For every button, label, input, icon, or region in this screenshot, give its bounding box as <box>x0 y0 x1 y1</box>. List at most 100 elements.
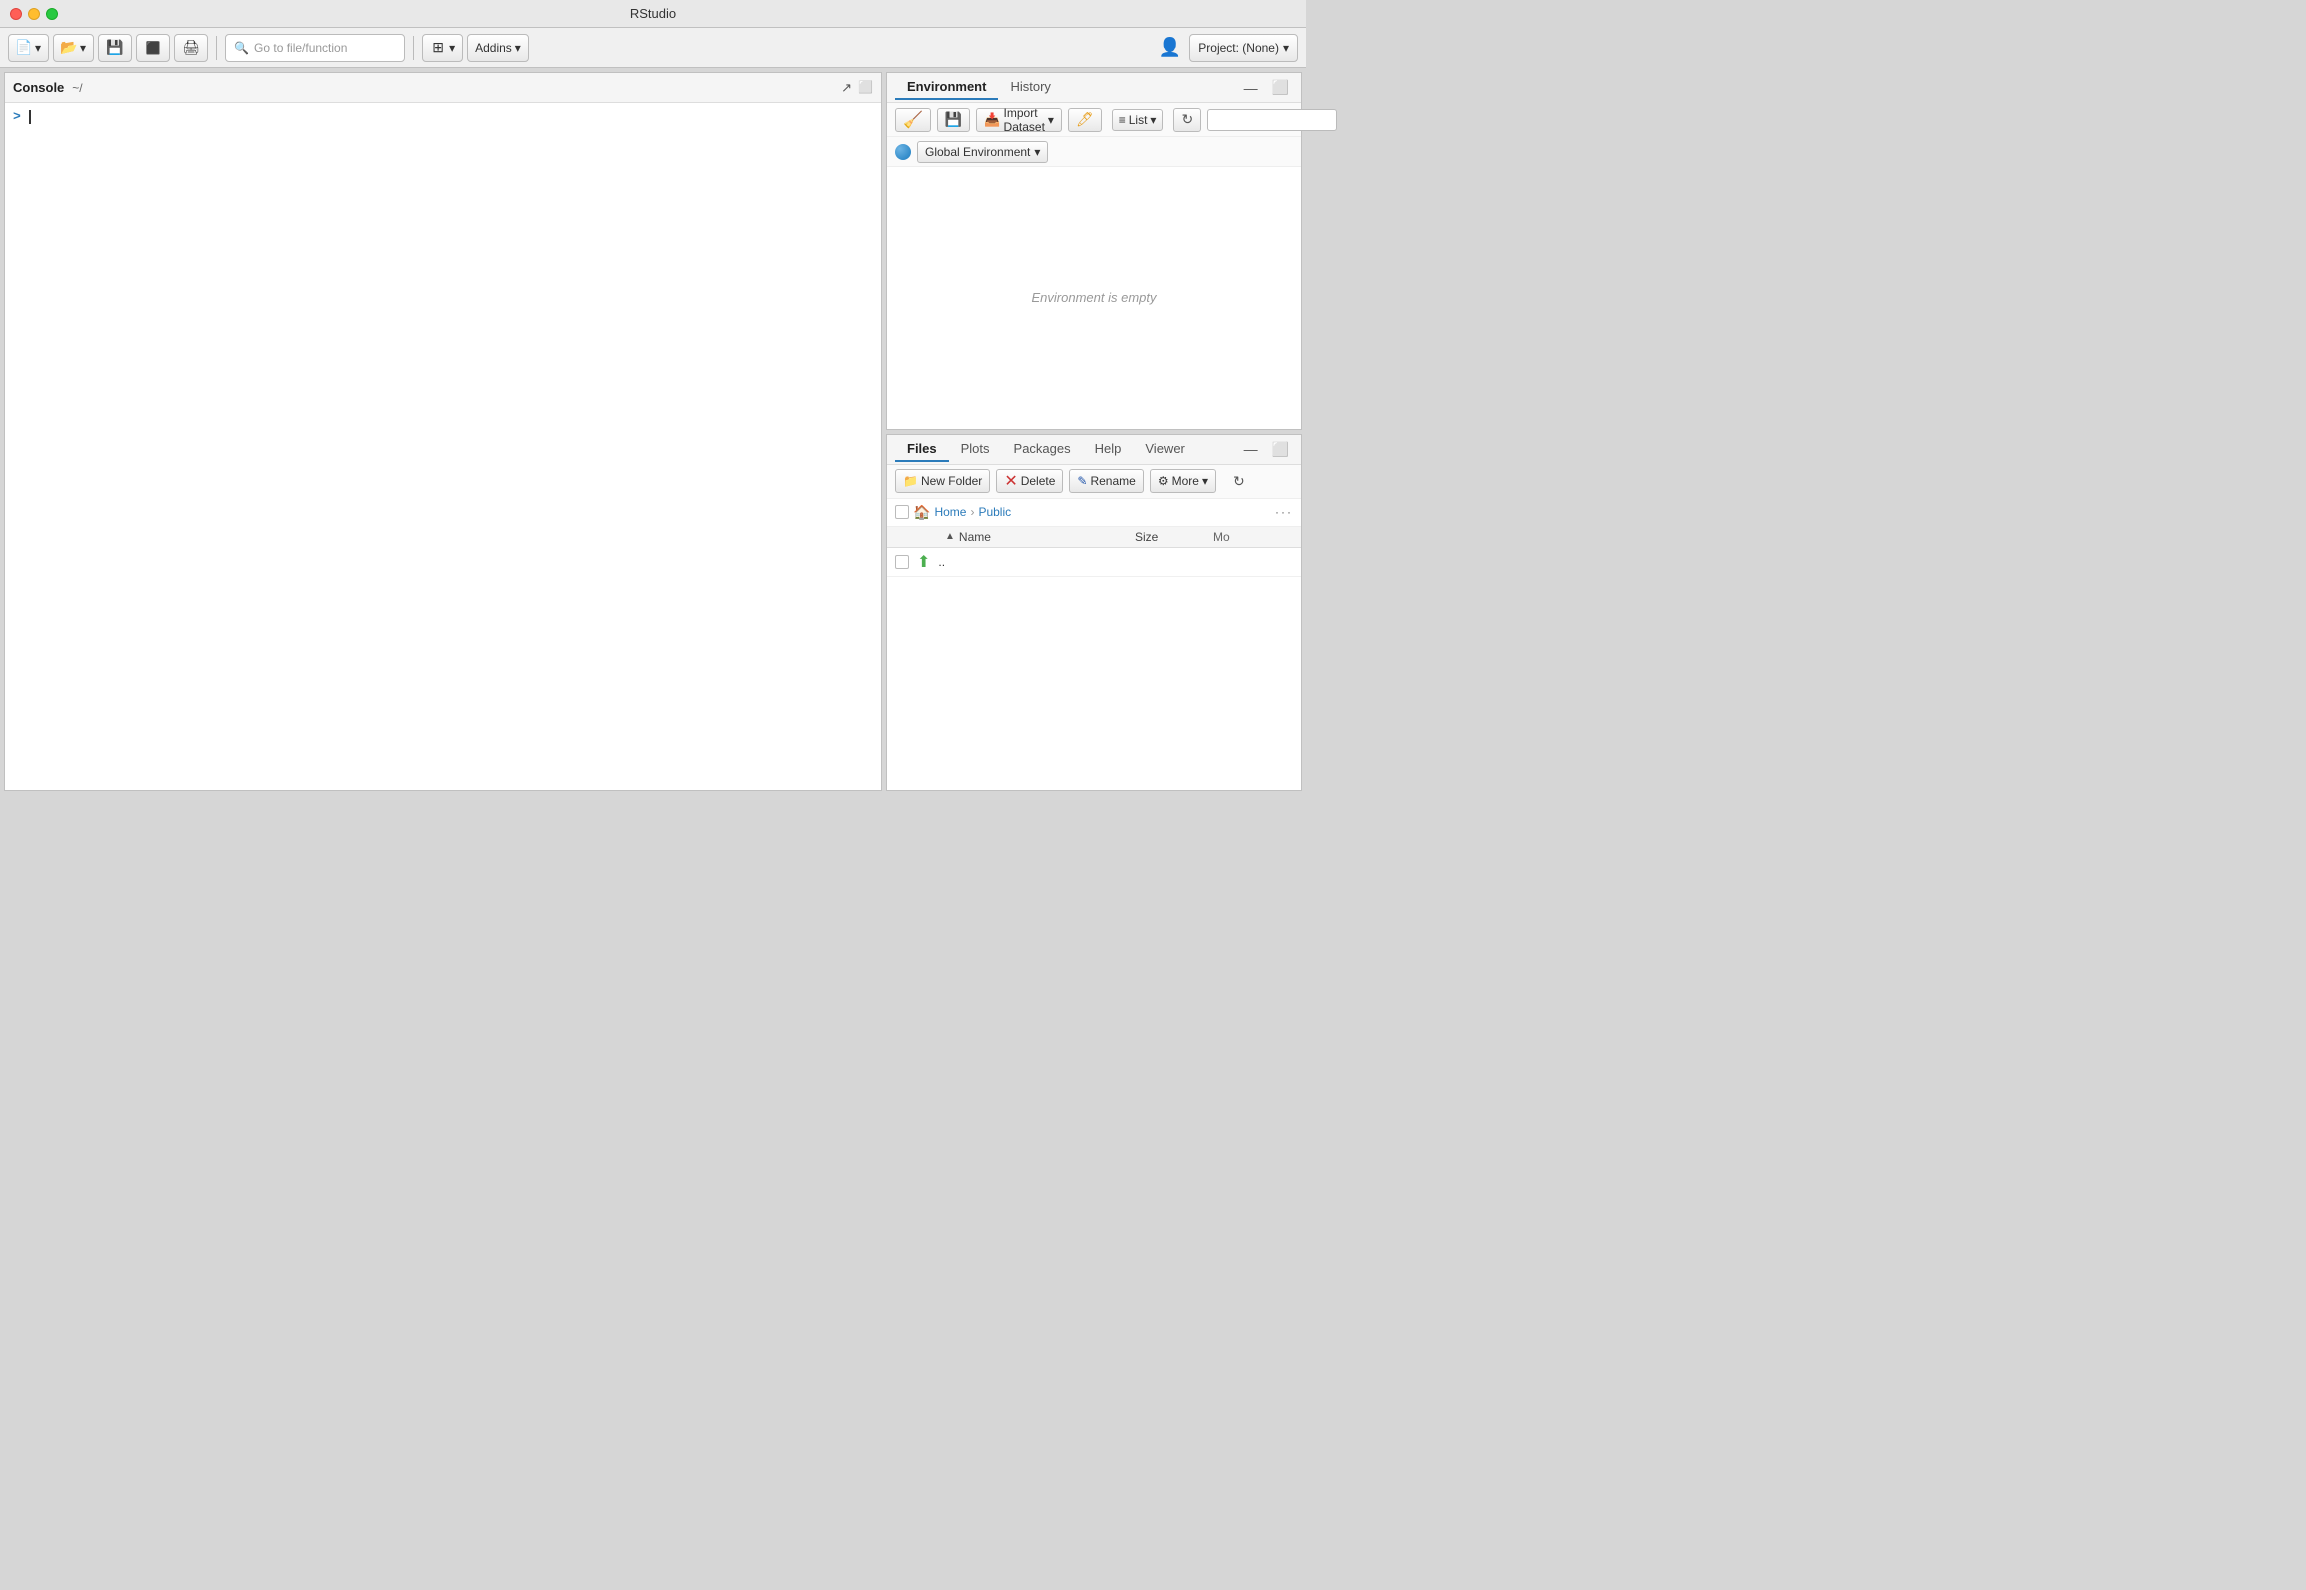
console-content[interactable]: > <box>5 103 881 790</box>
project-button[interactable]: Project: (None) ▾ <box>1189 34 1298 62</box>
environment-tabs-right: — ⬜ <box>1240 77 1293 98</box>
import-dropdown-arrow[interactable]: ▾ <box>1048 113 1054 127</box>
new-dropdown-arrow[interactable]: ▾ <box>35 41 41 55</box>
breadcrumb-more-button[interactable]: ··· <box>1275 505 1293 519</box>
workspace-icon: ⊞ <box>430 40 446 56</box>
clear-environment-button[interactable]: 🧹 <box>895 108 931 132</box>
tab-files[interactable]: Files <box>895 437 949 462</box>
list-dropdown-button[interactable]: ≡ List ▾ <box>1112 109 1164 131</box>
tab-viewer[interactable]: Viewer <box>1133 437 1197 462</box>
tab-environment[interactable]: Environment <box>895 75 998 100</box>
console-header: Console ~/ ↗ ⬜ <box>5 73 881 103</box>
console-prompt: > <box>13 109 21 124</box>
new-folder-label: New Folder <box>921 474 982 488</box>
global-env-bar: Global Environment ▾ <box>887 137 1301 167</box>
files-tabs-bar: Files Plots Packages Help Viewer — ⬜ <box>887 435 1301 465</box>
goto-file-button[interactable]: 🔍 Go to file/function <box>225 34 405 62</box>
workspace-dropdown-arrow[interactable]: ▾ <box>449 41 455 55</box>
globe-icon <box>895 144 911 160</box>
new-icon: 📄 <box>16 40 32 56</box>
console-tab[interactable]: Console <box>13 80 64 95</box>
environment-search-input[interactable] <box>1207 109 1337 131</box>
files-maximize-icon[interactable]: ⬜ <box>1268 439 1293 460</box>
files-col-name-label: Name <box>959 530 991 544</box>
tab-packages[interactable]: Packages <box>1002 437 1083 462</box>
title-bar: RStudio <box>0 0 1306 28</box>
environment-maximize-icon[interactable]: ⬜ <box>1268 77 1293 98</box>
rename-label: Rename <box>1090 474 1135 488</box>
more-dropdown-arrow[interactable]: ▾ <box>1202 474 1208 488</box>
refresh-files-button[interactable]: ↻ <box>1226 469 1252 493</box>
environment-toolbar: 🧹 💾 📥 Import Dataset ▾ 🖊 ≡ <box>887 103 1301 137</box>
console-navigate-icon[interactable]: ↗ <box>841 80 852 96</box>
user-icon: 👤 <box>1159 37 1181 58</box>
list-icon: ≡ <box>1119 113 1126 127</box>
rename-button[interactable]: ✎ Rename <box>1069 469 1143 493</box>
addins-dropdown-arrow[interactable]: ▾ <box>515 41 521 55</box>
global-environment-dropdown[interactable]: Global Environment ▾ <box>917 141 1048 163</box>
files-col-name[interactable]: ▲ Name <box>945 530 1127 544</box>
import-icon: 📥 <box>984 112 1000 128</box>
save-all-button[interactable]: ⬛ <box>136 34 170 62</box>
maximize-button[interactable] <box>46 8 58 20</box>
refresh-environment-button[interactable]: ↻ <box>1173 108 1201 132</box>
file-checkbox-parent[interactable] <box>895 555 909 569</box>
environment-empty-message: Environment is empty <box>1032 290 1157 305</box>
console-maximize-icon[interactable]: ⬜ <box>858 80 873 96</box>
env-save-icon: 💾 <box>945 111 962 128</box>
files-table-header: ▲ Name Size Mo <box>887 527 1301 548</box>
more-button[interactable]: ⚙ More ▾ <box>1150 469 1216 493</box>
main-layout: Console ~/ ↗ ⬜ > Environment History — ⬜ <box>0 68 1306 795</box>
broom-right-button[interactable]: 🖊 <box>1068 108 1102 132</box>
tab-help[interactable]: Help <box>1083 437 1134 462</box>
global-env-label: Global Environment <box>925 145 1030 159</box>
goto-file-placeholder: Go to file/function <box>254 41 347 55</box>
project-dropdown-arrow[interactable]: ▾ <box>1283 41 1289 55</box>
breadcrumb-home[interactable]: Home <box>934 505 966 519</box>
tab-plots[interactable]: Plots <box>949 437 1002 462</box>
console-panel: Console ~/ ↗ ⬜ > <box>4 72 882 791</box>
rename-icon: ✎ <box>1077 474 1087 488</box>
import-dataset-button[interactable]: 📥 Import Dataset ▾ <box>976 108 1062 132</box>
environment-tabs-bar: Environment History — ⬜ <box>887 73 1301 103</box>
main-toolbar: 📄 ▾ 📂 ▾ 💾 ⬛ 🖨 🔍 Go to file/function ⊞ ▾ … <box>0 28 1306 68</box>
console-cursor <box>29 110 31 124</box>
parent-dir-name[interactable]: .. <box>938 555 1127 569</box>
new-folder-button[interactable]: 📁 New Folder <box>895 469 990 493</box>
breadcrumb-public[interactable]: Public <box>978 505 1011 519</box>
environment-minimize-icon[interactable]: — <box>1240 78 1262 98</box>
addins-label: Addins <box>475 41 512 55</box>
tab-history[interactable]: History <box>998 75 1062 100</box>
workspace-button[interactable]: ⊞ ▾ <box>422 34 463 62</box>
environment-empty: Environment is empty <box>887 167 1301 429</box>
traffic-lights <box>10 8 58 20</box>
broom-icon: 🧹 <box>903 110 923 130</box>
files-refresh-icon: ↻ <box>1233 473 1245 490</box>
close-button[interactable] <box>10 8 22 20</box>
print-button[interactable]: 🖨 <box>174 34 208 62</box>
minimize-button[interactable] <box>28 8 40 20</box>
broom-right-icon: 🖊 <box>1076 111 1094 128</box>
open-button[interactable]: 📂 ▾ <box>53 34 94 62</box>
files-col-modified: Mo <box>1213 530 1293 544</box>
files-col-size: Size <box>1135 530 1205 544</box>
save-button[interactable]: 💾 <box>98 34 132 62</box>
breadcrumb-separator: › <box>970 505 974 519</box>
breadcrumb-checkbox[interactable] <box>895 505 909 519</box>
home-icon: 🏠 <box>913 504 930 521</box>
files-panel: Files Plots Packages Help Viewer — ⬜ 📁 N… <box>886 434 1302 792</box>
open-dropdown-arrow[interactable]: ▾ <box>80 41 86 55</box>
files-table: ⬆ .. <box>887 548 1301 791</box>
new-button[interactable]: 📄 ▾ <box>8 34 49 62</box>
more-label: More <box>1172 474 1199 488</box>
files-minimize-icon[interactable]: — <box>1240 439 1262 459</box>
save-all-icon: ⬛ <box>145 40 161 56</box>
delete-label: Delete <box>1021 474 1056 488</box>
list-dropdown-arrow[interactable]: ▾ <box>1150 113 1156 127</box>
files-tabs-right: — ⬜ <box>1240 439 1293 460</box>
open-icon: 📂 <box>61 40 77 56</box>
delete-button[interactable]: ✕ Delete <box>996 469 1063 493</box>
save-environment-button[interactable]: 💾 <box>937 108 970 132</box>
parent-dir-icon: ⬆ <box>917 552 930 572</box>
addins-button[interactable]: Addins ▾ <box>467 34 529 62</box>
